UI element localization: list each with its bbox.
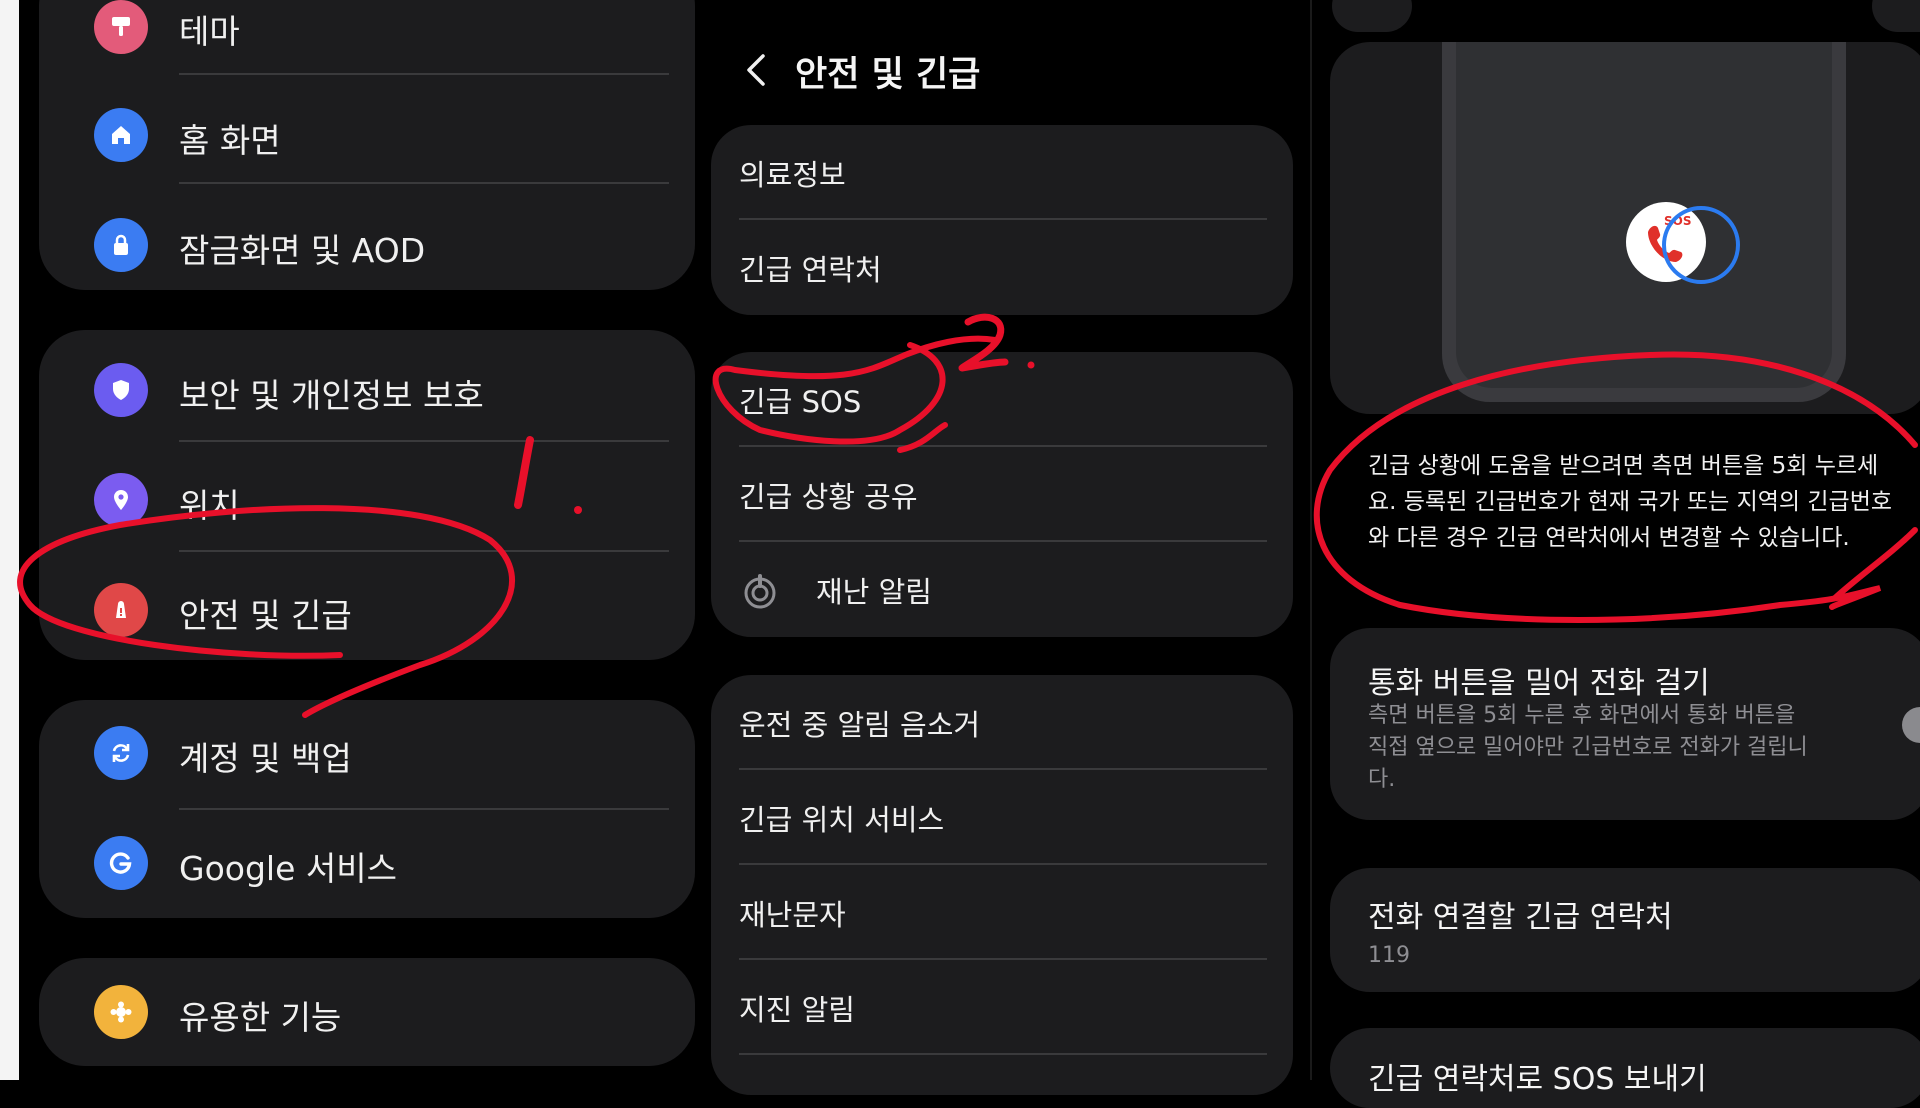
left-edge-strip — [0, 0, 19, 1080]
menu-item-emergency-sos[interactable]: 긴급 SOS — [711, 352, 1293, 447]
setting-value: 119 — [1368, 943, 1410, 968]
safety-group-sos: 긴급 SOS 긴급 상황 공유 재난 알림 — [711, 352, 1293, 637]
settings-item-label: 잠금화면 및 AOD — [179, 231, 426, 270]
settings-item-lock-screen[interactable]: 잠금화면 및 AOD — [39, 200, 695, 290]
emergency-icon — [94, 583, 148, 637]
sos-description: 긴급 상황에 도움을 받으려면 측면 버튼을 5회 누르세요. 등록된 긴급번호… — [1368, 453, 1893, 551]
back-button[interactable] — [1332, 0, 1412, 32]
settings-item-accounts-backup[interactable]: 계정 및 백업 — [39, 708, 695, 798]
location-pin-icon — [94, 473, 148, 527]
swipe-call-setting[interactable]: 통화 버튼을 밀어 전화 걸기 측면 버튼을 5회 누른 후 화면에서 통화 버… — [1330, 628, 1920, 820]
menu-item-emergency-location[interactable]: 긴급 위치 서비스 — [711, 770, 1293, 865]
settings-item-safety-emergency[interactable]: 안전 및 긴급 — [39, 565, 695, 655]
shield-icon — [94, 363, 148, 417]
setting-title: 긴급 연락처로 SOS 보내기 — [1368, 1062, 1707, 1097]
safety-group-info: 의료정보 긴급 연락처 — [711, 125, 1293, 315]
settings-group-advanced: 유용한 기능 — [39, 958, 695, 1066]
settings-item-label: 유용한 기능 — [179, 998, 342, 1037]
settings-item-security[interactable]: 보안 및 개인정보 보호 — [39, 345, 695, 435]
menu-item-label: 의료정보 — [739, 157, 846, 192]
safety-emergency-panel: 안전 및 긴급 의료정보 긴급 연락처 긴급 SOS 긴급 상황 공유 재난 알… — [695, 0, 1310, 1095]
menu-item-earthquake-alerts[interactable]: 지진 알림 — [711, 960, 1293, 1055]
send-sos-setting[interactable]: 긴급 연락처로 SOS 보내기 — [1330, 1028, 1920, 1108]
theme-icon — [94, 0, 148, 54]
settings-item-location[interactable]: 위치 — [39, 455, 695, 545]
setting-title: 전화 연결할 긴급 연락처 — [1368, 900, 1673, 935]
menu-item-label: 긴급 상황 공유 — [739, 479, 918, 514]
settings-group-accounts: 계정 및 백업 Google 서비스 — [39, 700, 695, 918]
disaster-alert-icon — [744, 574, 776, 609]
divider — [179, 550, 669, 552]
settings-item-label: 홈 화면 — [179, 121, 281, 160]
settings-item-useful-features[interactable]: 유용한 기능 — [39, 967, 695, 1057]
sos-illustration-card: SOS — [1330, 42, 1920, 414]
menu-item-disaster-alerts[interactable]: 재난 알림 — [711, 542, 1293, 637]
home-icon — [94, 108, 148, 162]
back-arrow-icon[interactable] — [737, 50, 777, 90]
menu-item-label: 재난문자 — [739, 897, 846, 932]
press-indicator-ring — [1662, 206, 1740, 284]
settings-item-google-services[interactable]: Google 서비스 — [39, 818, 695, 908]
settings-item-label: 테마 — [179, 12, 240, 51]
menu-item-medical-info[interactable]: 의료정보 — [711, 125, 1293, 220]
emergency-contact-setting[interactable]: 전화 연결할 긴급 연락처 119 — [1330, 868, 1920, 992]
settings-item-label: 계정 및 백업 — [179, 739, 352, 778]
menu-item-disaster-messages[interactable]: 재난문자 — [711, 865, 1293, 960]
puzzle-icon — [94, 985, 148, 1039]
menu-item-label: 긴급 연락처 — [739, 252, 882, 287]
settings-item-label: Google 서비스 — [179, 849, 397, 888]
menu-item-label: 운전 중 알림 음소거 — [739, 707, 981, 742]
settings-item-theme[interactable]: 테마 — [39, 0, 695, 56]
setting-subtitle: 측면 버튼을 5회 누른 후 화면에서 통화 버튼을 직접 옆으로 밀어야만 긴… — [1368, 703, 1808, 792]
settings-group-security: 보안 및 개인정보 보호 위치 안전 및 긴급 — [39, 330, 695, 660]
menu-item-label: 긴급 위치 서비스 — [739, 802, 945, 837]
settings-item-label: 보안 및 개인정보 보호 — [179, 376, 484, 415]
settings-item-home-screen[interactable]: 홈 화면 — [39, 90, 695, 180]
menu-item-label: 긴급 SOS — [739, 384, 862, 419]
menu-item-emergency-contacts[interactable]: 긴급 연락처 — [711, 220, 1293, 315]
setting-title: 통화 버튼을 밀어 전화 걸기 — [1368, 666, 1710, 701]
settings-group-display: 테마 홈 화면 잠금화면 및 AOD — [39, 0, 695, 290]
google-icon — [94, 836, 148, 890]
menu-item-label: 재난 알림 — [816, 574, 932, 609]
divider — [179, 182, 669, 184]
divider — [179, 440, 669, 442]
panel-header: 안전 및 긴급 — [695, 40, 1310, 100]
divider — [179, 73, 669, 75]
lock-icon — [94, 218, 148, 272]
settings-item-label: 안전 및 긴급 — [179, 596, 352, 635]
menu-item-driving-mute[interactable]: 운전 중 알림 음소거 — [711, 675, 1293, 770]
settings-item-label: 위치 — [179, 486, 240, 525]
menu-item-label: 지진 알림 — [739, 992, 855, 1027]
divider — [179, 808, 669, 810]
sync-icon — [94, 726, 148, 780]
divider — [739, 1053, 1267, 1055]
sos-detail-panel: SOS 긴급 상황에 도움을 받으려면 측면 버튼을 5회 누르세요. 등록된 … — [1312, 0, 1920, 1108]
safety-group-other: 운전 중 알림 음소거 긴급 위치 서비스 재난문자 지진 알림 — [711, 675, 1293, 1095]
settings-list-panel: 테마 홈 화면 잠금화면 및 AOD 보안 및 개인정보 보호 위치 안전 및 … — [19, 0, 695, 1080]
more-button[interactable] — [1872, 0, 1920, 32]
page-title: 안전 및 긴급 — [795, 55, 981, 95]
menu-item-emergency-sharing[interactable]: 긴급 상황 공유 — [711, 447, 1293, 542]
